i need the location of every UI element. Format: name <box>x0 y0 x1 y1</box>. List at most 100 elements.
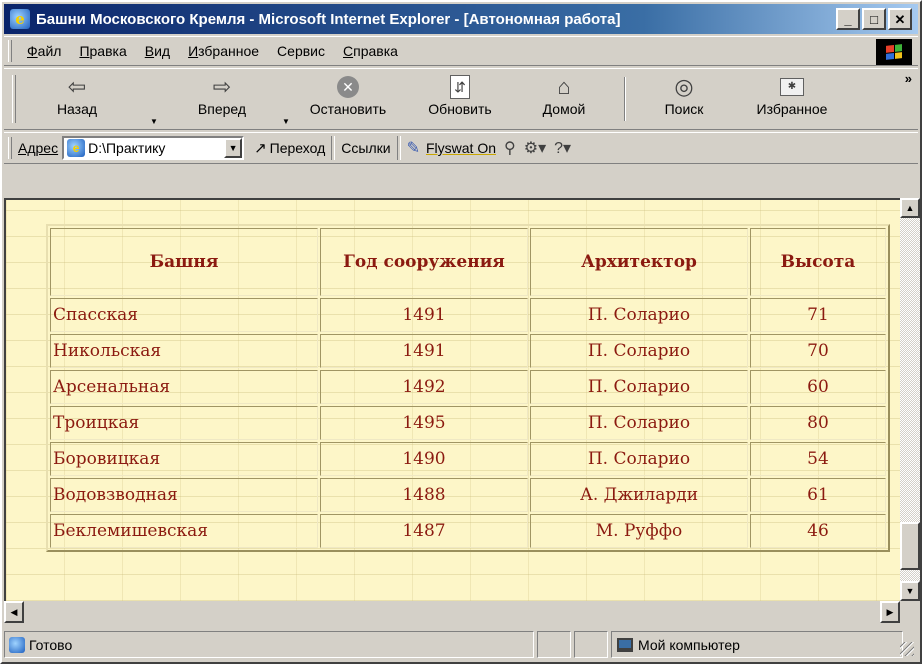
table-row: Спасская 1491 П. Соларио 71 <box>50 298 886 332</box>
cell-tower: Спасская <box>50 298 318 332</box>
forward-dropdown-icon[interactable]: ▼ <box>282 117 290 126</box>
cell-architect: П. Соларио <box>530 406 748 440</box>
address-value[interactable]: D:\Практику <box>88 140 224 156</box>
minimize-button[interactable]: _ <box>836 8 860 30</box>
menu-help[interactable]: Справка <box>334 43 407 59</box>
address-field[interactable]: e D:\Практику ▼ <box>62 136 245 160</box>
menu-view-label: ид <box>154 43 171 59</box>
favorites-folder-icon: ✱ <box>742 73 842 101</box>
table-header-row: Башня Год сооружения Архитектор Высота <box>50 228 886 296</box>
menu-tools-first: С <box>277 43 288 59</box>
vertical-scroll-thumb[interactable] <box>900 522 920 570</box>
cell-architect: П. Соларио <box>530 298 748 332</box>
address-bar: Адрес e D:\Практику ▼ ↗ Переход Ссылки ✎… <box>4 132 918 164</box>
search-icon: ◎ <box>674 74 694 99</box>
header-tower: Башня <box>50 228 318 296</box>
menu-help-accel: С <box>343 43 354 59</box>
cell-architect: П. Соларио <box>530 370 748 404</box>
title-bar[interactable]: e Башни Московского Кремля - Microsoft I… <box>4 4 918 34</box>
cell-architect: М. Руффо <box>530 514 748 548</box>
table-row: Никольская 1491 П. Соларио 70 <box>50 334 886 368</box>
search-magnifier-icon[interactable]: ⚲ <box>504 138 516 158</box>
window-title: Башни Московского Кремля - Microsoft Int… <box>36 10 621 28</box>
stop-label: Остановить <box>309 101 387 117</box>
back-dropdown-icon[interactable]: ▼ <box>150 117 158 126</box>
stop-button[interactable]: ✕ Остановить <box>300 73 396 127</box>
menu-help-label: правка <box>353 43 398 59</box>
scroll-down-button[interactable]: ▼ <box>900 581 920 601</box>
settings-dropdown-icon[interactable]: ⚙▾ <box>524 138 546 158</box>
close-button[interactable]: ✕ <box>888 8 912 30</box>
flyswat-icon: ✎ <box>406 140 420 157</box>
menu-bar: Файл Правка Вид Избранное Сервис Справка <box>4 36 918 66</box>
menu-favorites-label: збранное <box>198 43 260 59</box>
cell-height: 70 <box>750 334 886 368</box>
go-button[interactable]: ↗ Переход <box>254 139 325 157</box>
cell-height: 60 <box>750 370 886 404</box>
cell-height: 71 <box>750 298 886 332</box>
toolbar-grip[interactable] <box>12 75 16 123</box>
help-dropdown-icon[interactable]: ?▾ <box>554 138 571 158</box>
menu-favorites-accel: И <box>188 43 199 59</box>
back-button[interactable]: ⇦ Назад <box>42 73 112 127</box>
menu-file[interactable]: Файл <box>18 43 70 59</box>
windows-logo-icon <box>876 39 912 65</box>
favorites-button[interactable]: ✱ Избранное <box>742 73 842 127</box>
table-row: Арсенальная 1492 П. Соларио 60 <box>50 370 886 404</box>
refresh-button[interactable]: ⇵ Обновить <box>416 73 504 127</box>
table-row: Троицкая 1495 П. Соларио 80 <box>50 406 886 440</box>
menu-tools[interactable]: Сервис <box>268 43 334 59</box>
scroll-right-button[interactable]: ▶ <box>880 601 900 623</box>
back-arrow-icon: ⇦ <box>67 74 87 99</box>
menu-edit-accel: П <box>79 43 90 59</box>
table-row: Беклемишевская 1487 М. Руффо 46 <box>50 514 886 548</box>
cell-tower: Беклемишевская <box>50 514 318 548</box>
favorites-label: Избранное <box>756 101 828 117</box>
menu-favorites[interactable]: Избранное <box>179 43 268 59</box>
cell-height: 54 <box>750 442 886 476</box>
flyswat-button[interactable]: Flyswat On <box>426 140 496 156</box>
home-label: Домой <box>542 101 586 117</box>
home-button[interactable]: ⌂ Домой <box>528 73 600 127</box>
refresh-icon: ⇵ <box>416 73 504 101</box>
forward-button[interactable]: ⇨ Вперед <box>182 73 262 127</box>
scroll-left-button[interactable]: ◀ <box>4 601 24 623</box>
toolbar-separator <box>396 136 401 160</box>
cell-year: 1488 <box>320 478 528 512</box>
toolbar-separator <box>331 136 336 160</box>
menu-view[interactable]: Вид <box>136 43 179 59</box>
status-panel <box>537 631 571 658</box>
maximize-button[interactable]: □ <box>862 8 886 30</box>
my-computer-icon <box>617 637 633 652</box>
resize-grip-icon[interactable] <box>900 642 914 656</box>
menu-file-accel: Ф <box>27 43 38 59</box>
address-label: Адрес <box>18 140 59 156</box>
search-button[interactable]: ◎ Поиск <box>650 73 718 127</box>
cell-height: 46 <box>750 514 886 548</box>
menu-file-label: айл <box>37 43 62 59</box>
security-zone-panel: Мой компьютер <box>611 631 903 658</box>
browser-window: e Башни Московского Кремля - Microsoft I… <box>0 0 922 664</box>
status-bar: Готово Мой компьютер <box>4 629 918 660</box>
standard-toolbar: ⇦ Назад ▼ ⇨ Вперед ▼ ✕ Остановить ⇵ Обно… <box>4 68 918 130</box>
content-frame-top <box>4 166 918 198</box>
cell-architect: П. Соларио <box>530 334 748 368</box>
links-button[interactable]: Ссылки <box>341 140 390 156</box>
cell-height: 80 <box>750 406 886 440</box>
forward-label: Вперед <box>197 101 247 117</box>
page-icon: e <box>67 139 86 157</box>
address-dropdown-icon[interactable]: ▼ <box>224 138 243 158</box>
cell-tower: Водовзводная <box>50 478 318 512</box>
menu-edit[interactable]: Правка <box>70 43 135 59</box>
cell-tower: Арсенальная <box>50 370 318 404</box>
scrollbar-corner <box>900 601 920 623</box>
toolbar-grip[interactable] <box>8 137 12 159</box>
horizontal-scrollbar[interactable]: ◀ ▶ <box>4 601 900 623</box>
header-architect: Архитектор <box>530 228 748 296</box>
toolbar-grip[interactable] <box>8 40 12 62</box>
toolbar-overflow-chevron[interactable]: » <box>905 71 912 86</box>
scroll-up-button[interactable]: ▲ <box>900 198 920 218</box>
vertical-scrollbar[interactable]: ▲ ▼ <box>900 198 920 601</box>
cell-tower: Боровицкая <box>50 442 318 476</box>
menu-tools-label: ервис <box>287 43 325 59</box>
